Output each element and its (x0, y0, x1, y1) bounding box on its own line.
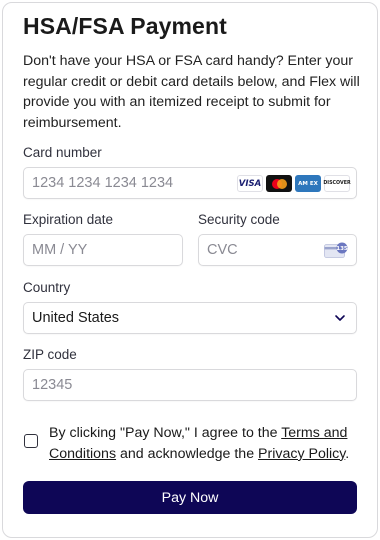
card-number-placeholder: 1234 1234 1234 1234 (32, 175, 174, 191)
consent-text: By clicking "Pay Now," I agree to the Te… (49, 425, 350, 462)
cvc-card-icon: 135 (324, 242, 348, 258)
card-number-label: Card number (23, 145, 102, 160)
zip-placeholder: 12345 (32, 377, 73, 393)
amex-icon: AM EX (295, 175, 321, 192)
discover-icon: DISCOVER (323, 175, 351, 192)
country-label: Country (23, 280, 71, 295)
mastercard-icon (266, 175, 292, 192)
country-value: United States (32, 310, 120, 326)
svg-text:135: 135 (336, 246, 348, 252)
card-number-input[interactable]: 1234 1234 1234 1234 VISA AM EX DISCOVER (23, 167, 357, 199)
zip-label: ZIP code (23, 347, 77, 362)
privacy-policy-link[interactable]: Privacy Policy (258, 446, 345, 462)
agree-checkbox[interactable] (24, 434, 38, 448)
security-code-input[interactable]: CVC 135 (198, 234, 357, 266)
country-select[interactable]: United States (23, 302, 357, 334)
card-brand-icons: VISA AM EX DISCOVER (237, 175, 351, 192)
security-code-label: Security code (198, 212, 280, 227)
visa-icon: VISA (237, 175, 263, 192)
zip-input[interactable]: 12345 (23, 369, 357, 401)
intro-text: Don't have your HSA or FSA card handy? E… (23, 53, 360, 131)
page-title: HSA/FSA Payment (23, 13, 227, 39)
pay-now-button[interactable]: Pay Now (23, 481, 357, 514)
expiration-placeholder: MM / YY (32, 242, 88, 258)
chevron-down-icon (335, 315, 345, 321)
security-code-placeholder: CVC (207, 242, 238, 258)
expiration-input[interactable]: MM / YY (23, 234, 183, 266)
expiration-label: Expiration date (23, 212, 114, 227)
